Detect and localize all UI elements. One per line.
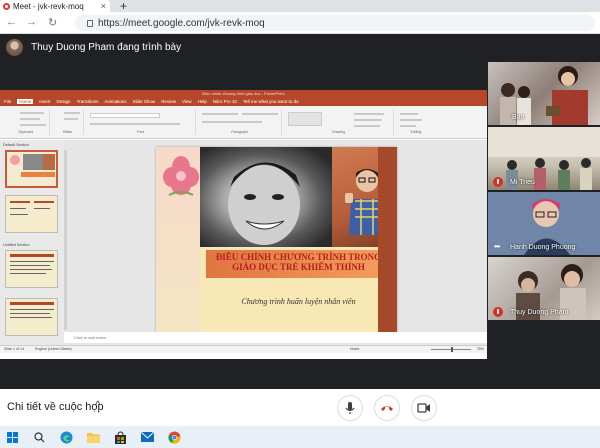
shared-screen: Dieu chinh chuong trinh giao duc - Power… [0,90,487,359]
store-icon[interactable] [114,430,127,444]
ppt-ribbon-tabs: File Home Insert Design Transitions Anim… [0,97,487,106]
slide-title: ĐIỀU CHỈNH CHƯƠNG TRÌNH TRONG GIÁO DỤC T… [215,252,382,272]
notes-pane: Click to add notes [64,332,487,343]
ppt-tab: Review [161,99,176,104]
ppt-tab: Nitro Pro 10 [212,99,237,104]
file-explorer-icon[interactable] [87,431,100,444]
end-call-button[interactable] [374,395,400,421]
participant-name: Mi Trieu [510,179,535,186]
ppt-tab: View [181,99,192,104]
flower-icon [163,156,199,196]
slide-counter: Slide 1 of 14 [4,347,24,351]
ppt-tab: Help [197,99,207,104]
meet-stage: Thuy Duong Pham đang trình bày Dieu chin… [0,34,600,389]
language-status: English (United States) [34,347,72,351]
slide-subtitle: Chương trình huấn luyện nhân viên [241,297,356,306]
chevron-up-icon[interactable]: ^ [95,398,101,412]
slide-edge-decoration [378,147,397,332]
ribbon-group-paragraph: Paragraph [198,109,282,135]
participant-tile-hanh-duong-phuong[interactable]: ••• Hanh Duong Phuong [488,192,600,255]
current-slide: ĐIỀU CHỈNH CHƯƠNG TRÌNH TRONG GIÁO DỤC T… [156,147,397,332]
chrome-icon[interactable] [168,431,181,444]
ribbon-group-font: Font [86,109,196,135]
section-label: Default Section [3,143,29,147]
ribbon-group-drawing: Drawing [284,109,394,135]
reload-icon[interactable]: ↻ [48,16,57,29]
participant-name: Thuy Duong Pham [510,309,569,316]
slide-thumbnail-1 [5,150,58,188]
presenter-label: Thuy Duong Pham đang trình bày [31,41,182,53]
ppt-tab: File [4,99,12,104]
ribbon-group-editing: Editing [396,109,436,135]
ribbon-group-slides: Slides [52,109,84,135]
presenter-bar: Thuy Duong Pham đang trình bày [0,34,600,60]
windows-taskbar [0,426,600,448]
ppt-ribbon: Clipboard Slides Font Paragraph Drawing … [0,106,487,139]
ppt-tab-home: Home [17,99,34,104]
camera-icon [417,403,430,413]
ppt-workspace: Default Section Untitled Section ĐIỀU CH… [0,140,487,345]
camera-button[interactable] [411,395,437,421]
mic-off-icon [493,307,503,317]
thumbnail-scrollbar [64,150,67,330]
forward-icon[interactable]: → [26,16,37,28]
participant-tile-you[interactable]: Bạn [488,62,600,125]
tab-close-icon[interactable]: × [101,1,106,11]
ppt-tell-me: Tell me what you want to do [242,99,299,104]
participant-name: Bạn [512,114,525,121]
participant-video [500,66,588,125]
microphone-icon [345,402,355,414]
slide-thumbnail-3 [5,250,58,288]
search-icon[interactable] [33,431,46,444]
ppt-tab: Transitions [76,99,99,104]
section-label: Untitled Section [3,243,30,247]
browser-tab[interactable]: Meet - jvk-revk-moq × [0,0,110,12]
participant-tile-mi-trieu[interactable]: Mi Trieu [488,127,600,190]
slide-thumbnail-2 [5,195,58,233]
ppt-tab: Slide Show [132,99,156,104]
ribbon-group-label: Font [136,130,144,134]
ppt-tab: Animations [104,99,127,104]
child-face-icon [228,162,300,245]
participant-tile-thuy-duong-pham[interactable]: Thuy Duong Pham [488,257,600,320]
url-field[interactable]: https://meet.google.com/jvk-revk-moq [75,15,595,31]
ppt-tab: Insert [39,99,51,104]
ribbon-group-label: Drawing [332,130,345,134]
notes-toggle: Notes [350,347,360,351]
tab-title: Meet - jvk-revk-moq [13,1,84,11]
hang-up-icon [381,406,393,411]
lock-icon [87,19,93,27]
ppt-status-bar: Slide 1 of 14 English (United States) No… [0,345,487,353]
slide-thumbnail-4 [5,298,58,336]
mic-button[interactable] [337,395,363,421]
participant-video [488,127,600,190]
url-text: https://meet.google.com/jvk-revk-moq [98,17,265,29]
child-photo [200,147,332,247]
browser-tabbar: Meet - jvk-revk-moq × + [0,0,600,13]
more-options-icon[interactable]: ••• [494,242,500,251]
mail-icon[interactable] [141,431,154,444]
meeting-details-button[interactable]: Chi tiết về cuộc họp [7,401,104,413]
ribbon-group-label: Clipboard [18,130,33,134]
address-bar-row: ← → ↻ https://meet.google.com/jvk-revk-m… [0,12,600,34]
zoom-level: 76% [476,347,484,351]
edge-icon[interactable] [60,431,73,444]
ribbon-group-label: Editing [410,130,422,134]
mic-off-icon [493,177,503,187]
ribbon-group-clipboard: Clipboard [2,109,50,135]
ribbon-group-label: Paragraph [231,130,248,134]
zoom-slider-knob [451,347,453,352]
meet-favicon-icon [3,2,10,10]
participant-name: Hanh Duong Phuong [510,244,576,251]
ppt-tab: Design [56,99,71,104]
back-icon[interactable]: ← [6,16,17,28]
presenter-avatar [6,38,23,56]
ppt-window-title: Dieu chinh chuong trinh giao duc - Power… [0,90,487,97]
slide-thumbnails: Default Section Untitled Section [0,140,64,345]
ribbon-group-label: Slides [62,130,73,134]
meet-control-bar: Chi tiết về cuộc họp ^ [0,389,600,426]
windows-icon[interactable] [6,431,19,444]
